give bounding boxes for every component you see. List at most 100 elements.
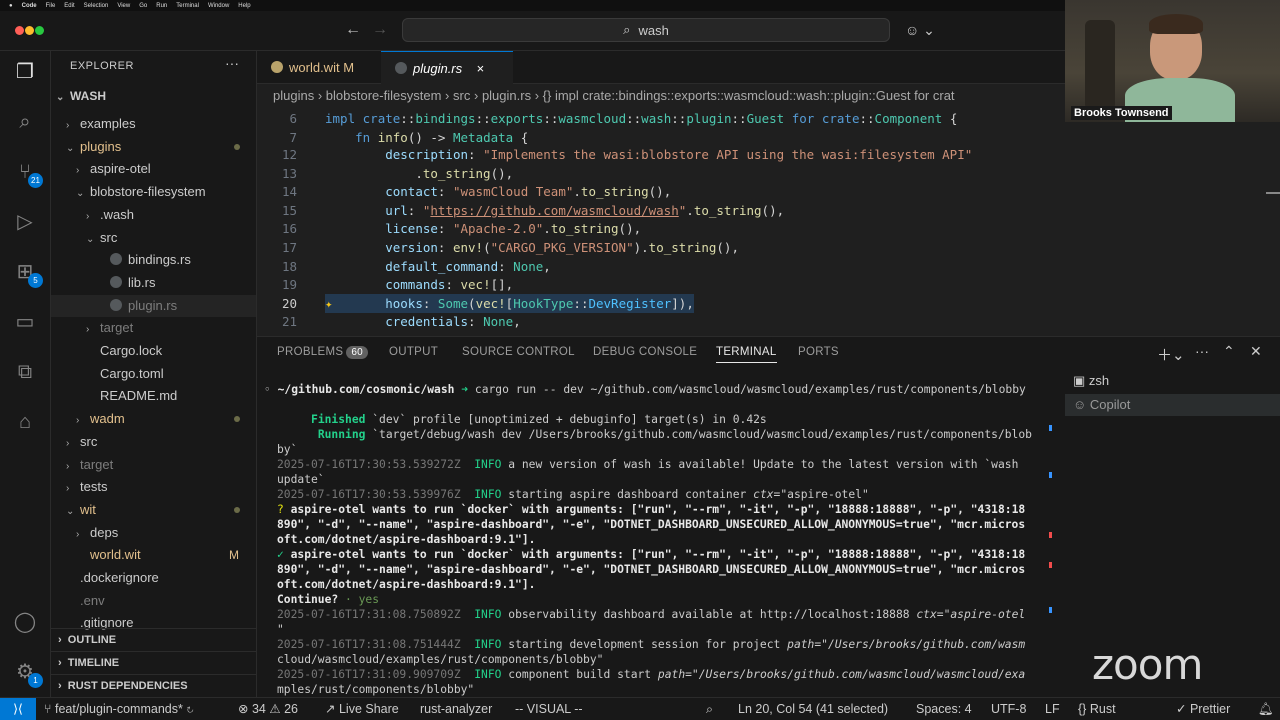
tree-item-cargo-lock[interactable]: Cargo.lock — [51, 340, 256, 362]
menu-app-name[interactable]: Code — [22, 3, 37, 9]
remote-indicator-icon[interactable]: ⟩⟨ — [0, 698, 36, 720]
run-debug-icon[interactable]: ▷ — [11, 208, 39, 236]
tree-item-plugins[interactable]: ⌄ plugins — [51, 136, 256, 158]
breadcrumb-plugins[interactable]: plugins — [273, 88, 314, 103]
tree-item-examples[interactable]: › examples — [51, 113, 256, 135]
tree-item-readme-md[interactable]: README.md — [51, 385, 256, 407]
menu-file[interactable]: File — [46, 3, 56, 9]
more-actions-icon[interactable]: ··· — [225, 55, 239, 71]
menu-terminal[interactable]: Terminal — [176, 3, 199, 9]
menu-run[interactable]: Run — [156, 3, 167, 9]
tree-item-env[interactable]: .env — [51, 590, 256, 612]
apple-icon[interactable]: ● — [9, 3, 13, 9]
tree-item-world-wit[interactable]: world.wit M — [51, 544, 256, 566]
live-share-button[interactable]: ↗ Live Share — [325, 698, 399, 720]
code-text: default_command: None, — [385, 258, 551, 274]
tab-terminal[interactable]: TERMINAL — [716, 346, 777, 363]
tree-item-src[interactable]: › src — [51, 431, 256, 453]
menu-view[interactable]: View — [117, 3, 130, 9]
branch-indicator[interactable]: ⑂ feat/plugin-commands* ↻ — [44, 698, 194, 720]
docker-icon[interactable]: ⌂ — [11, 408, 39, 436]
forward-arrow-icon[interactable]: → — [372, 21, 388, 39]
settings-gear-icon[interactable]: ⚙ 1 — [11, 658, 43, 688]
code-line: 15 url: "https://github.com/wasmcloud/wa… — [257, 201, 1267, 220]
tab-world-wit[interactable]: world.wit M — [257, 51, 381, 84]
menu-edit[interactable]: Edit — [64, 3, 74, 9]
tree-item-wadm[interactable]: › wadm — [51, 408, 256, 430]
tree-item-deps[interactable]: › deps — [51, 522, 256, 544]
language-mode[interactable]: {} Rust — [1078, 698, 1116, 720]
extensions-icon[interactable]: ⊞ 5 — [11, 258, 43, 288]
minimize-window-button[interactable] — [25, 26, 34, 35]
tab-problems[interactable]: PROBLEMS 60 — [277, 346, 369, 359]
timeline-section[interactable]: › TIMELINE — [51, 651, 256, 673]
copilot-icon[interactable]: ☺ ⌄ — [905, 22, 935, 39]
encoding[interactable]: UTF-8 — [991, 698, 1026, 720]
rust-dependencies-section[interactable]: › RUST DEPENDENCIES — [51, 674, 256, 696]
sync-icon: ↻ — [186, 702, 194, 716]
menu-help[interactable]: Help — [238, 3, 250, 9]
tab-ports[interactable]: PORTS — [798, 346, 839, 358]
cursor-position[interactable]: Ln 20, Col 54 (41 selected) — [738, 698, 888, 720]
tree-item-lib-rs[interactable]: lib.rs — [51, 272, 256, 294]
tree-item-label: src — [80, 433, 98, 449]
zoom-window-button[interactable] — [35, 26, 44, 35]
tab-source-control[interactable]: SOURCE CONTROL — [462, 346, 575, 358]
terminal-answer-wrap-2: oft.com/dotnet/aspire-dashboard:9.1"]. — [277, 578, 536, 591]
breadcrumb-src[interactable]: src — [453, 88, 470, 103]
tree-item-cargo-toml[interactable]: Cargo.toml — [51, 363, 256, 385]
tab-output[interactable]: OUTPUT — [389, 346, 438, 358]
log-timestamp: 2025-07-16T17:31:09.909709Z — [277, 668, 461, 681]
breadcrumb-file[interactable]: plugin.rs — [482, 88, 531, 103]
tree-item-target[interactable]: › target — [51, 454, 256, 476]
menu-go[interactable]: Go — [139, 3, 147, 9]
terminal-zsh[interactable]: ▣ zsh — [1073, 373, 1109, 389]
tree-item-tests[interactable]: › tests — [51, 476, 256, 498]
search-view-icon[interactable]: ⌕ — [11, 108, 39, 136]
terminal-question-wrap-1: 890", "-d", "--name", "aspire-dashboard"… — [277, 518, 1026, 531]
notifications-icon[interactable]: 🔔︎ — [1258, 698, 1274, 720]
command-center-search[interactable]: ⌕ wash — [402, 18, 890, 42]
breadcrumb-blobstore[interactable]: blobstore-filesystem — [326, 88, 442, 103]
explorer-icon[interactable]: ❐ — [11, 58, 39, 86]
new-terminal-icon[interactable]: ＋⌄ — [1157, 344, 1185, 365]
source-control-icon[interactable]: ⑂ 21 — [11, 158, 43, 188]
problems-indicator[interactable]: ⊗ 34 ⚠ 26 — [238, 698, 298, 720]
tree-item-wit[interactable]: ⌄ wit — [51, 499, 256, 521]
breadcrumb-symbol[interactable]: {} impl crate::bindings::exports::wasmcl… — [543, 88, 955, 103]
menu-window[interactable]: Window — [208, 3, 229, 9]
maximize-panel-icon[interactable]: ⌃ — [1223, 343, 1235, 360]
end-of-line[interactable]: LF — [1045, 698, 1060, 720]
tree-item-bindings-rs[interactable]: bindings.rs — [51, 249, 256, 271]
rust-analyzer-status[interactable]: rust-analyzer — [420, 698, 492, 720]
indentation[interactable]: Spaces: 4 — [916, 698, 972, 720]
outline-section[interactable]: › OUTLINE — [51, 628, 256, 650]
zoom-search-icon[interactable]: ⌕ — [706, 698, 713, 720]
copilot-sparkle-icon[interactable]: ✦ — [325, 294, 333, 313]
tree-item-wash[interactable]: › .wash — [51, 204, 256, 226]
containers-icon[interactable]: ⧉ — [11, 358, 39, 386]
tree-item-target[interactable]: › target — [51, 317, 256, 339]
tree-item-blobstore-filesystem[interactable]: ⌄ blobstore-filesystem — [51, 181, 256, 203]
menu-selection[interactable]: Selection — [84, 3, 109, 9]
tree-item-aspire-otel[interactable]: › aspire-otel — [51, 158, 256, 180]
close-tab-icon[interactable]: × — [477, 61, 485, 76]
close-window-button[interactable] — [15, 26, 24, 35]
tab-debug-console[interactable]: DEBUG CONSOLE — [593, 346, 697, 358]
log-level: INFO — [474, 458, 502, 471]
tree-item-plugin-rs[interactable]: plugin.rs — [51, 294, 256, 317]
terminal-copilot[interactable]: ☺ Copilot — [1065, 394, 1280, 416]
prettier-status[interactable]: ✓ Prettier — [1176, 698, 1230, 720]
tree-item-dockerignore[interactable]: .dockerignore — [51, 567, 256, 589]
remote-explorer-icon[interactable]: ▭ — [11, 308, 39, 336]
code-editor[interactable]: 6 impl crate::bindings::exports::wasmclou… — [257, 108, 1280, 336]
more-icon[interactable]: ··· — [1195, 343, 1209, 359]
close-panel-icon[interactable]: ✕ — [1250, 343, 1262, 360]
workspace-root[interactable]: ⌄ WASH — [51, 85, 256, 107]
tree-item-src[interactable]: ⌄ src — [51, 227, 256, 249]
line-number: 12 — [281, 147, 297, 162]
terminal-line-running-wrap: by` — [277, 443, 298, 456]
account-icon[interactable]: ◯ — [11, 608, 39, 636]
tab-plugin-rs[interactable]: plugin.rs × — [381, 51, 513, 85]
back-arrow-icon[interactable]: ← — [345, 21, 361, 39]
